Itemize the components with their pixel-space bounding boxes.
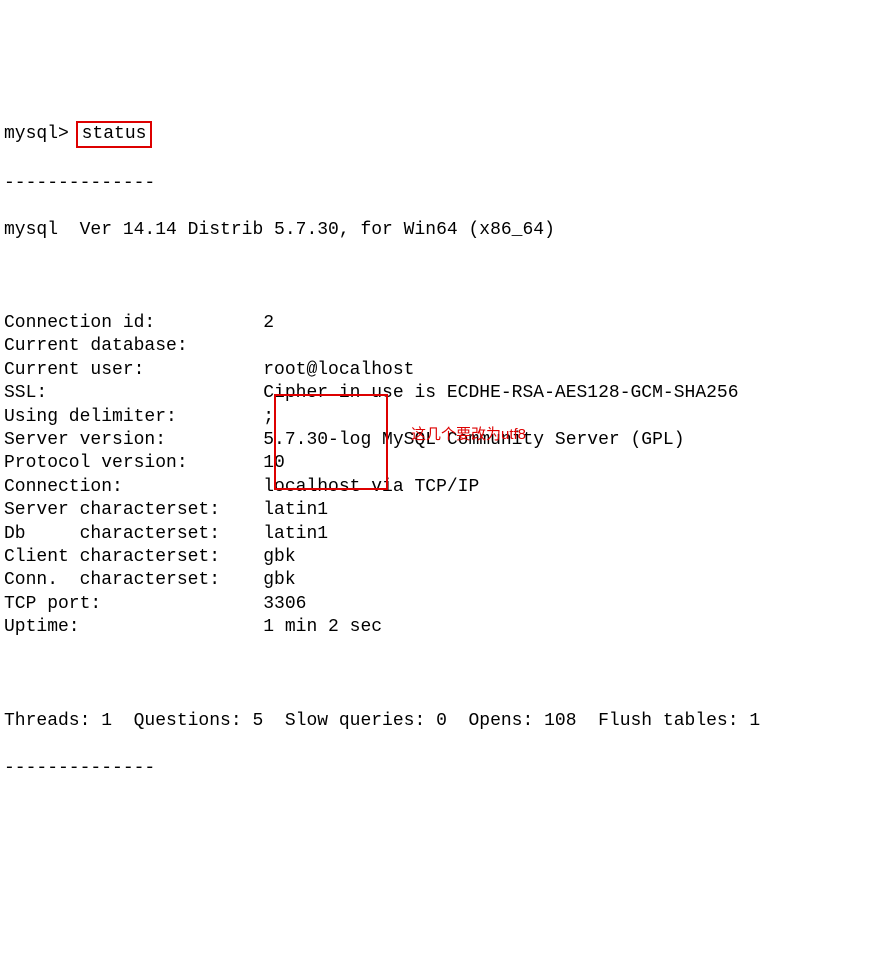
command-text: status [82,124,147,144]
stats-line: Threads: 1 Questions: 5 Slow queries: 0 … [4,710,891,733]
status-row: Current database: [4,335,891,358]
status-row: TCP port: 3306 [4,593,891,616]
separator-dashes: -------------- [4,172,891,195]
status-row: Using delimiter: ; [4,406,891,429]
blank-line [4,663,891,686]
prompt: mysql> [4,124,69,144]
status-row: SSL: Cipher in use is ECDHE-RSA-AES128-G… [4,382,891,405]
status-row: Uptime: 1 min 2 sec [4,616,891,639]
status-row: Db characterset: latin1 [4,523,891,546]
status-row: Server characterset: latin1 [4,499,891,522]
status-row: Server version: 5.7.30-log MySQL Communi… [4,429,891,452]
status-row: Connection: localhost via TCP/IP [4,476,891,499]
status-row: Client characterset: gbk [4,546,891,569]
status-row: Conn. characterset: gbk [4,569,891,592]
separator-dashes: -------------- [4,757,891,780]
status-row: Connection id: 2 [4,312,891,335]
command-highlight: status [76,121,153,148]
blank-line [4,265,891,288]
status-row: Protocol version: 10 [4,452,891,475]
terminal-output: mysql> status -------------- mysql Ver 1… [4,98,891,851]
version-line: mysql Ver 14.14 Distrib 5.7.30, for Win6… [4,219,891,242]
status-row: Current user: root@localhost [4,359,891,382]
prompt-line: mysql> status [4,121,891,148]
